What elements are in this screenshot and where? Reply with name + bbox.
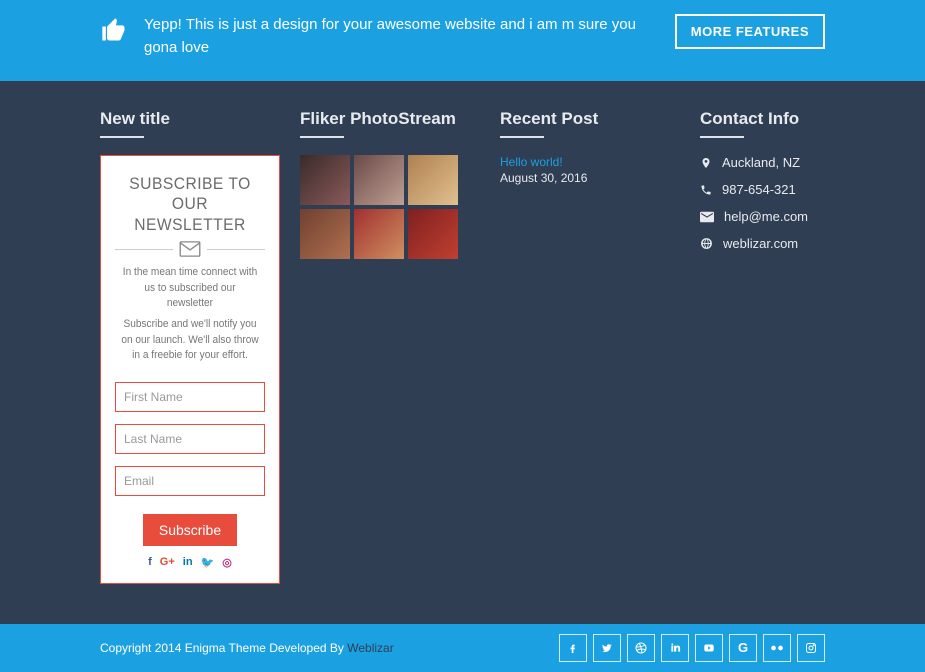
widget-flickr: Fliker PhotoStream <box>300 109 480 584</box>
widget-title-flickr: Fliker PhotoStream <box>300 109 480 137</box>
subscribe-text-1: In the mean time connect with us to subs… <box>121 265 259 311</box>
last-name-field[interactable] <box>115 424 265 454</box>
footer-facebook-icon[interactable] <box>559 634 587 662</box>
recent-post-item: Hello world! August 30, 2016 <box>500 155 680 185</box>
subscribe-social-row: f G+ in 🐦 ◎ <box>115 556 265 569</box>
footer-widgets: New title SUBSCRIBE TO OUR NEWSLETTER In… <box>0 81 925 624</box>
thumbs-up-icon <box>100 16 128 49</box>
footer-google-icon[interactable]: G <box>729 634 757 662</box>
contact-phone: 987-654-321 <box>700 182 880 197</box>
widget-contact: Contact Info Auckland, NZ 987-654-321 he… <box>700 109 880 584</box>
flickr-thumb[interactable] <box>300 155 350 205</box>
facebook-icon[interactable]: f <box>148 556 152 569</box>
footer-dribbble-icon[interactable] <box>627 634 655 662</box>
footer-linkedin-icon[interactable] <box>661 634 689 662</box>
footer-flickr-icon[interactable] <box>763 634 791 662</box>
company-link[interactable]: Weblizar <box>347 641 393 655</box>
widget-title-recent: Recent Post <box>500 109 680 137</box>
banner-message: Yepp! This is just a design for your awe… <box>144 14 659 59</box>
contact-email: help@me.com <box>700 209 880 224</box>
copyright-text: Copyright 2014 Enigma Theme Developed By… <box>100 641 394 655</box>
subscribe-text-2: Subscribe and we'll notify you on our la… <box>121 317 259 363</box>
footer-youtube-icon[interactable] <box>695 634 723 662</box>
google-plus-icon[interactable]: G+ <box>160 556 175 569</box>
flickr-thumb[interactable] <box>408 209 458 259</box>
widget-title-subscribe: New title <box>100 109 280 137</box>
flickr-thumb[interactable] <box>354 209 404 259</box>
map-marker-icon <box>700 156 712 170</box>
twitter-icon[interactable]: 🐦 <box>201 556 215 569</box>
envelope-icon <box>115 241 265 257</box>
flickr-grid <box>300 155 480 259</box>
footer-instagram-icon[interactable] <box>797 634 825 662</box>
more-features-button[interactable]: MORE FEATURES <box>675 14 825 49</box>
globe-icon <box>700 237 713 250</box>
subscribe-card: SUBSCRIBE TO OUR NEWSLETTER In the mean … <box>100 155 280 584</box>
contact-location: Auckland, NZ <box>700 155 880 170</box>
bottom-bar: Copyright 2014 Enigma Theme Developed By… <box>0 624 925 672</box>
widget-subscribe: New title SUBSCRIBE TO OUR NEWSLETTER In… <box>100 109 280 584</box>
subscribe-heading: SUBSCRIBE TO OUR NEWSLETTER <box>121 174 259 235</box>
envelope-icon <box>700 211 714 223</box>
flickr-thumb[interactable] <box>408 155 458 205</box>
widget-title-contact: Contact Info <box>700 109 880 137</box>
contact-list: Auckland, NZ 987-654-321 help@me.com web… <box>700 155 880 251</box>
flickr-thumb[interactable] <box>300 209 350 259</box>
promo-banner: Yepp! This is just a design for your awe… <box>0 0 925 81</box>
first-name-field[interactable] <box>115 382 265 412</box>
subscribe-button[interactable]: Subscribe <box>143 514 237 546</box>
recent-post-date: August 30, 2016 <box>500 171 680 185</box>
contact-website: weblizar.com <box>700 236 880 251</box>
instagram-icon[interactable]: ◎ <box>222 556 232 569</box>
footer-twitter-icon[interactable] <box>593 634 621 662</box>
linkedin-icon[interactable]: in <box>183 556 193 569</box>
recent-post-link[interactable]: Hello world! <box>500 155 680 169</box>
footer-social-row: G <box>559 634 825 662</box>
flickr-thumb[interactable] <box>354 155 404 205</box>
email-field[interactable] <box>115 466 265 496</box>
widget-recent-post: Recent Post Hello world! August 30, 2016 <box>500 109 680 584</box>
phone-icon <box>700 183 712 197</box>
